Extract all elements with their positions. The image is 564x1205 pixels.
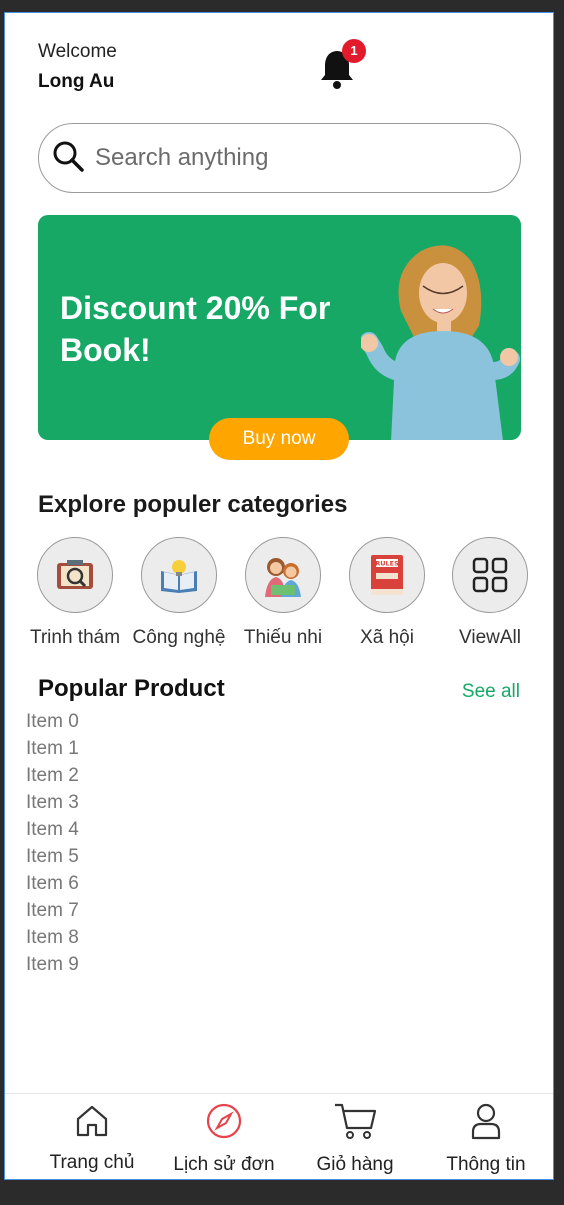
bottom-navigation: Trang chủ Lịch sử đơn Giỏ hàng Thông tin [5,1093,553,1179]
list-item[interactable]: Item 4 [26,816,79,843]
promo-girl-image [361,245,520,440]
welcome-text: Welcome [38,41,117,62]
nav-item-cart[interactable]: Giỏ hàng [290,1094,420,1176]
svg-text:RULES: RULES [375,560,399,568]
category-list: Trinh thám Công nghệ Thiếu nhi RULES Xã … [25,537,545,657]
category-label: Công nghệ [132,627,226,648]
product-list: Item 0 Item 1 Item 2 Item 3 Item 4 Item … [26,708,79,978]
list-item[interactable]: Item 8 [26,924,79,951]
nav-label: Lịch sử đơn [173,1154,275,1175]
grid-icon [452,537,528,613]
category-label: Thiếu nhi [243,627,323,648]
buy-now-button[interactable]: Buy now [209,418,349,460]
category-xa-hoi[interactable]: RULES Xã hội [335,537,439,649]
nav-label: Giỏ hàng [316,1154,394,1175]
nav-label: Trang chủ [49,1152,135,1173]
notification-badge: 1 [342,39,366,63]
category-thieu-nhi[interactable]: Thiếu nhi [231,537,335,649]
category-label: Xã hội [360,627,414,648]
list-item[interactable]: Item 0 [26,708,79,735]
rules-book-icon: RULES [349,537,425,613]
list-item[interactable]: Item 7 [26,897,79,924]
nav-item-home[interactable]: Trang chủ [27,1094,157,1174]
home-icon [76,1105,108,1137]
popular-product-title: Popular Product [38,675,225,702]
list-item[interactable]: Item 3 [26,789,79,816]
list-item[interactable]: Item 6 [26,870,79,897]
compass-icon [206,1103,242,1139]
see-all-link[interactable]: See all [462,681,520,703]
category-trinh-tham[interactable]: Trinh thám [23,537,127,649]
nav-label: Thông tin [446,1154,526,1175]
list-item[interactable]: Item 1 [26,735,79,762]
list-item[interactable]: Item 9 [26,951,79,978]
search-icon [51,139,85,178]
nav-item-order-history[interactable]: Lịch sử đơn [159,1094,289,1176]
user-icon [471,1103,501,1140]
category-label: ViewAll [459,627,521,648]
banner-title: Discount 20% For Book! [60,290,331,368]
list-item[interactable]: Item 2 [26,762,79,789]
category-view-all[interactable]: ViewAll [438,537,542,649]
categories-title: Explore populer categories [38,491,348,518]
book-lightbulb-icon [141,537,217,613]
list-item[interactable]: Item 5 [26,843,79,870]
cart-icon [335,1103,377,1139]
welcome-header: Welcome Long Au [38,41,117,93]
search-bar[interactable] [38,123,521,193]
book-detective-icon [37,537,113,613]
category-label: Trinh thám [29,627,121,648]
promo-banner[interactable]: Discount 20% For Book! [38,215,521,440]
search-input[interactable] [95,144,485,172]
category-cong-nghe[interactable]: Công nghệ [127,537,231,649]
children-reading-icon [245,537,321,613]
username: Long Au [38,71,115,92]
nav-item-profile[interactable]: Thông tin [421,1094,551,1176]
app-screen: Welcome Long Au 1 Discount 20% For Book! [4,12,554,1180]
